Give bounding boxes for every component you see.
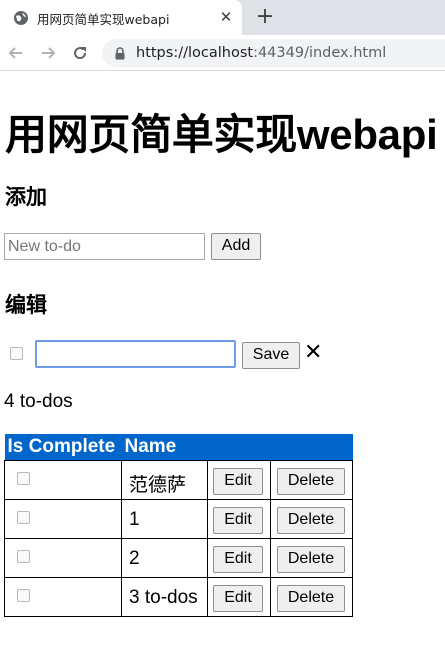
- delete-cell: Delete: [270, 460, 353, 500]
- row-name: 3 to-dos: [129, 587, 198, 608]
- url-text: https://localhost:44349/index.html: [136, 45, 386, 61]
- edit-button[interactable]: Edit: [213, 468, 263, 495]
- row-complete-checkbox[interactable]: [17, 589, 30, 602]
- delete-cell: Delete: [270, 499, 353, 539]
- delete-button[interactable]: Delete: [277, 468, 345, 495]
- row-complete-checkbox[interactable]: [17, 472, 30, 485]
- browser-toolbar: https://localhost:44349/index.html: [0, 35, 445, 71]
- edit-button[interactable]: Edit: [213, 585, 263, 612]
- row-name: 1: [129, 509, 140, 530]
- close-edit-icon[interactable]: ✕: [304, 341, 322, 365]
- todo-counter: 4 to-dos: [4, 391, 73, 412]
- edit-button[interactable]: Edit: [213, 546, 263, 573]
- edit-cell: Edit: [207, 538, 271, 578]
- edit-complete-checkbox[interactable]: [10, 347, 23, 360]
- name-cell: 2: [121, 538, 208, 578]
- delete-button[interactable]: Delete: [277, 585, 345, 612]
- delete-button[interactable]: Delete: [277, 546, 345, 573]
- row-name: 2: [129, 548, 140, 569]
- edit-cell: Edit: [207, 499, 271, 539]
- forward-arrow-icon[interactable]: [38, 43, 58, 63]
- table-row: 范德萨 Edit Delete: [4, 460, 353, 500]
- row-complete-checkbox[interactable]: [17, 511, 30, 524]
- browser-tab[interactable]: 用网页简单实现webapi ✕: [0, 0, 242, 35]
- new-todo-input[interactable]: [4, 233, 205, 260]
- close-tab-icon[interactable]: ✕: [218, 9, 234, 25]
- name-cell: 范德萨: [121, 460, 208, 500]
- add-heading: 添加: [5, 186, 47, 209]
- table-row: 3 to-dos Edit Delete: [4, 577, 353, 617]
- table-row: 1 Edit Delete: [4, 499, 353, 539]
- save-button[interactable]: Save: [242, 342, 300, 369]
- add-button[interactable]: Add: [211, 233, 261, 260]
- lock-icon: [115, 47, 125, 60]
- edit-button[interactable]: Edit: [213, 507, 263, 534]
- name-cell: 1: [121, 499, 208, 539]
- new-tab-button[interactable]: +: [254, 6, 276, 28]
- header-empty-2: [270, 434, 353, 461]
- reload-icon[interactable]: [70, 43, 90, 63]
- delete-cell: Delete: [270, 538, 353, 578]
- page-title: 用网页简单实现webapi: [5, 111, 438, 158]
- url-host: https://localhost: [136, 45, 254, 61]
- row-complete-checkbox[interactable]: [17, 550, 30, 563]
- complete-cell: [4, 577, 122, 617]
- edit-cell: Edit: [207, 460, 271, 500]
- delete-cell: Delete: [270, 577, 353, 617]
- complete-cell: [4, 538, 122, 578]
- header-is-complete: Is Complete: [4, 434, 122, 461]
- name-cell: 3 to-dos: [121, 577, 208, 617]
- browser-tabstrip: 用网页简单实现webapi ✕ +: [0, 0, 445, 35]
- page-content: 用网页简单实现webapi 添加 Add 编辑 Save ✕ 4 to-dos …: [0, 71, 445, 648]
- complete-cell: [4, 499, 122, 539]
- header-empty-1: [207, 434, 271, 461]
- url-rest: :44349/index.html: [253, 45, 387, 61]
- edit-name-input[interactable]: [35, 340, 236, 368]
- globe-icon: [14, 11, 28, 25]
- header-name: Name: [121, 434, 208, 461]
- table-row: 2 Edit Delete: [4, 538, 353, 578]
- back-arrow-icon[interactable]: [6, 43, 26, 63]
- complete-cell: [4, 460, 122, 500]
- tab-title: 用网页简单实现webapi: [37, 12, 170, 27]
- address-bar[interactable]: https://localhost:44349/index.html: [102, 39, 445, 67]
- delete-button[interactable]: Delete: [277, 507, 345, 534]
- row-name: 范德萨: [129, 475, 187, 496]
- table-header-row: Is Complete Name: [4, 434, 353, 461]
- edit-cell: Edit: [207, 577, 271, 617]
- todo-table: Is Complete Name 范德萨 Edit Delete 1 Edit …: [4, 434, 353, 617]
- edit-heading: 编辑: [5, 294, 47, 317]
